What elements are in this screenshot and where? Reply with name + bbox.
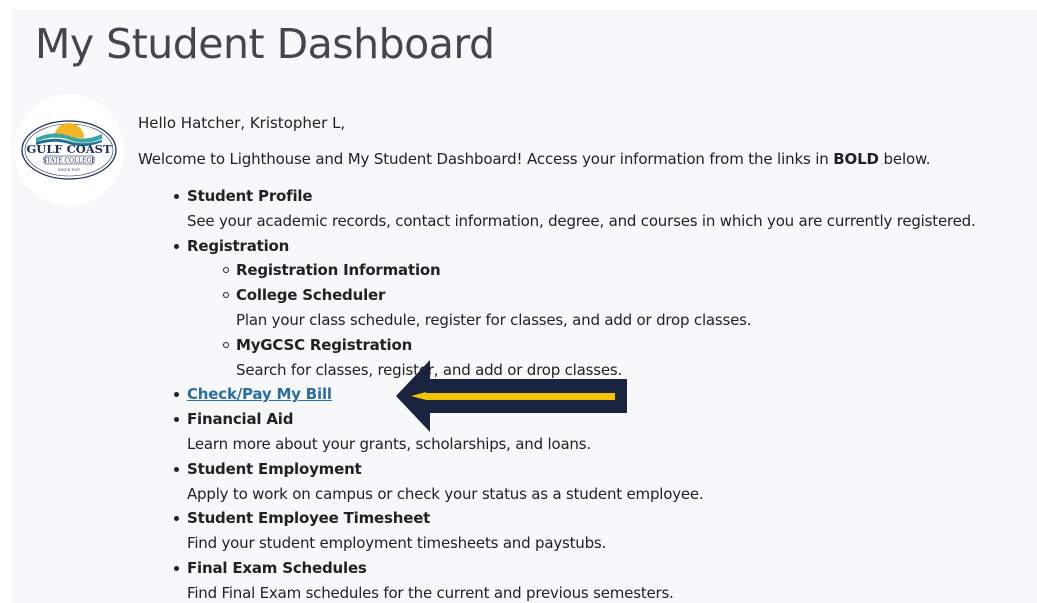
- registration-information-link[interactable]: Registration Information: [236, 258, 976, 283]
- menu-item-final-exam-schedules: Final Exam Schedules Find Final Exam sch…: [174, 556, 976, 603]
- student-employee-timesheet-link[interactable]: Student Employee Timesheet: [187, 506, 976, 531]
- student-employment-description: Apply to work on campus or check your st…: [187, 484, 704, 503]
- menu-item-student-employment: Student Employment Apply to work on camp…: [174, 457, 976, 507]
- student-profile-description: See your academic records, contact infor…: [187, 211, 976, 230]
- final-exam-schedules-link[interactable]: Final Exam Schedules: [187, 556, 976, 581]
- financial-aid-description: Learn more about your grants, scholarshi…: [187, 434, 591, 453]
- student-profile-link[interactable]: Student Profile: [187, 184, 976, 209]
- welcome-bold-word: BOLD: [833, 150, 879, 168]
- pointer-arrow-icon: [396, 360, 627, 432]
- college-logo: GULF COAST STATE COLLEGE SINCE 1957: [14, 94, 124, 206]
- welcome-text: Welcome to Lighthouse and My Student Das…: [138, 147, 931, 171]
- college-scheduler-description: Plan your class schedule, register for c…: [236, 310, 752, 329]
- registration-link[interactable]: Registration: [187, 234, 976, 259]
- logo-since: SINCE 1957: [58, 168, 80, 172]
- page-title: My Student Dashboard: [35, 20, 495, 68]
- mygcsc-registration-link[interactable]: MyGCSC Registration: [236, 333, 976, 358]
- submenu-item-college-scheduler: College Scheduler Plan your class schedu…: [223, 283, 976, 333]
- final-exam-schedules-description: Find Final Exam schedules for the curren…: [187, 583, 674, 602]
- welcome-text-start: Welcome to Lighthouse and My Student Das…: [138, 150, 834, 168]
- menu-item-student-employee-timesheet: Student Employee Timesheet Find your stu…: [174, 506, 976, 556]
- student-employee-timesheet-description: Find your student employment timesheets …: [187, 534, 607, 553]
- page: My Student Dashboard GULF COAST STATE CO…: [0, 0, 1037, 603]
- submenu-item-registration-information: Registration Information: [223, 258, 976, 283]
- greeting-text: Hello Hatcher, Kristopher L,: [138, 114, 346, 132]
- lighthouse-logo-icon: GULF COAST STATE COLLEGE SINCE 1957: [21, 120, 117, 180]
- student-employment-link[interactable]: Student Employment: [187, 457, 976, 482]
- logo-wordmark: GULF COAST: [26, 142, 112, 156]
- logo-subtitle: STATE COLLEGE: [42, 158, 95, 165]
- welcome-text-end: below.: [878, 150, 931, 168]
- college-scheduler-link[interactable]: College Scheduler: [236, 283, 976, 308]
- menu-item-student-profile: Student Profile See your academic record…: [174, 184, 976, 234]
